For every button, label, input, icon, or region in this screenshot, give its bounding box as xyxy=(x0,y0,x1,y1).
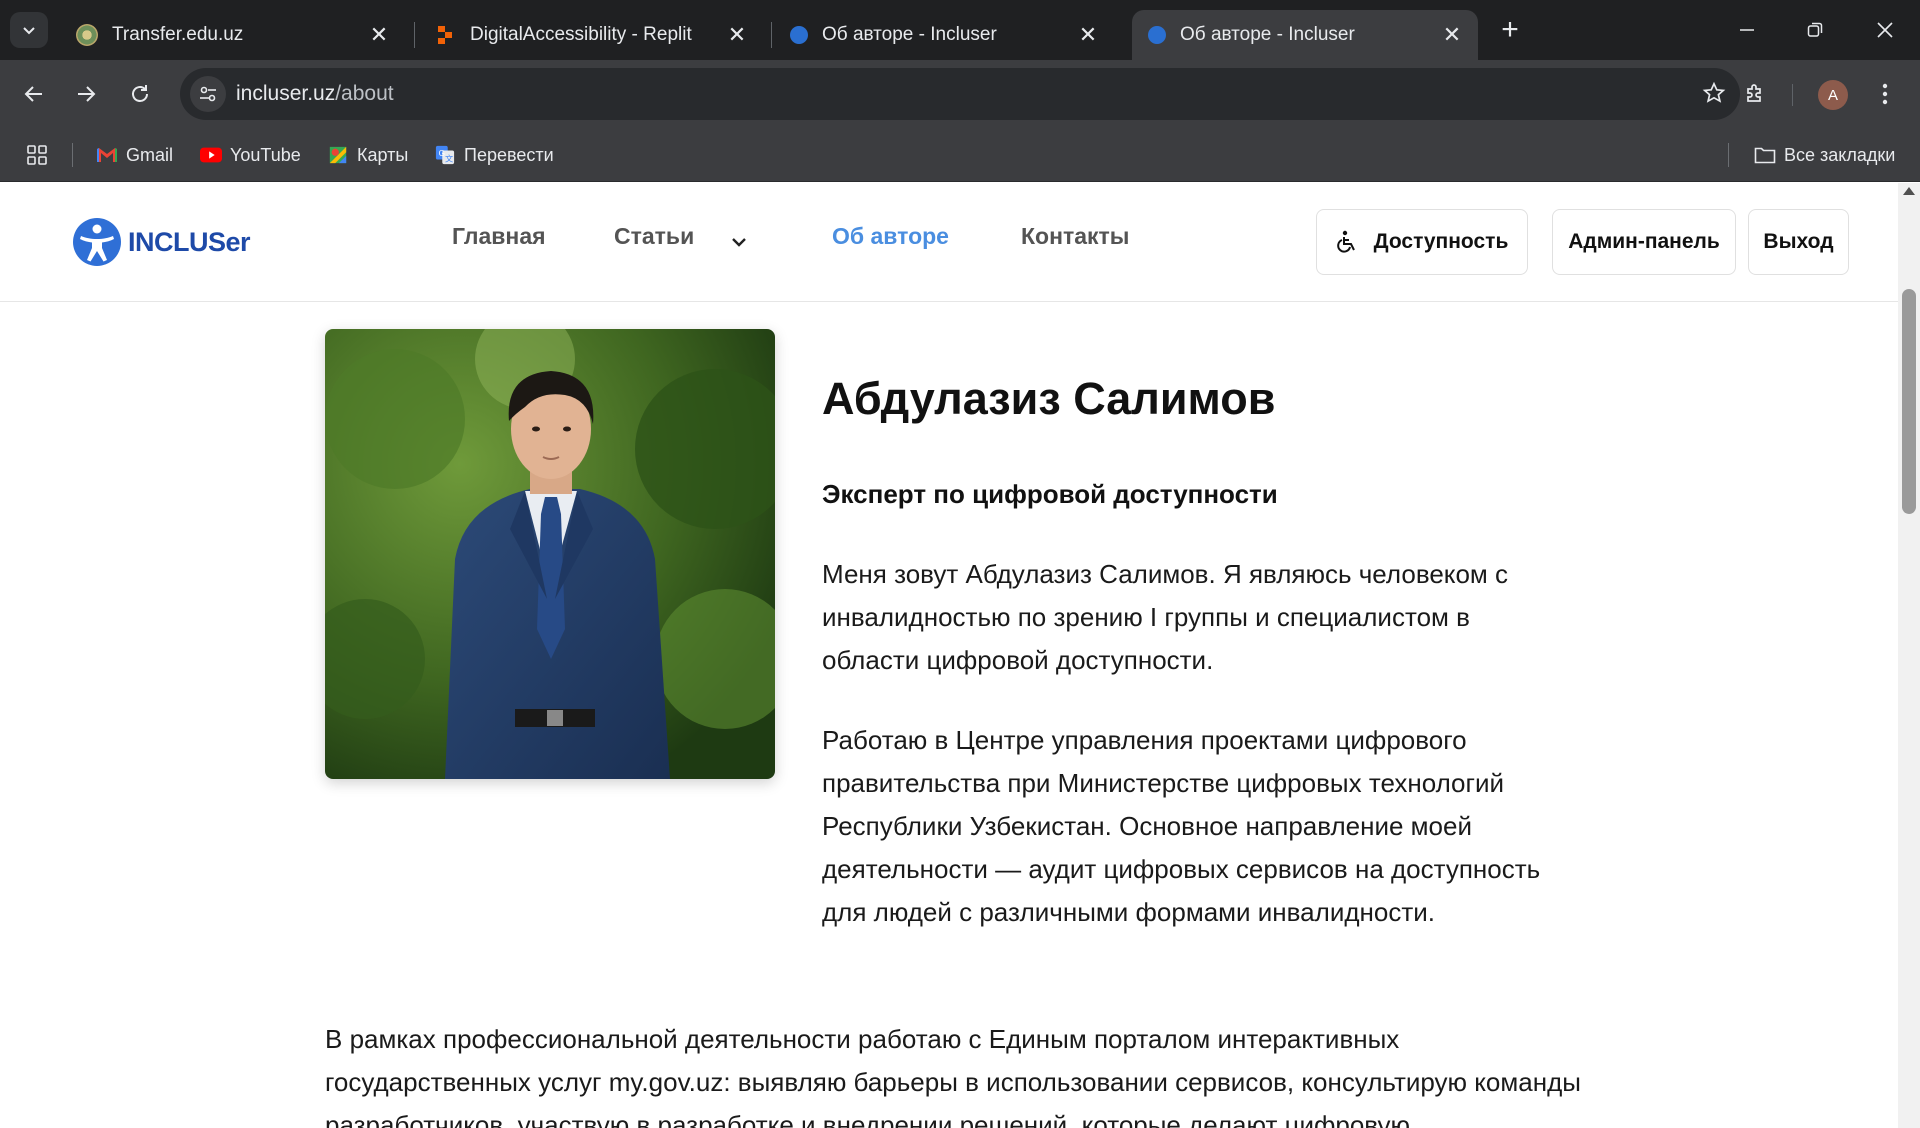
browser-toolbar: incluser.uz/about A xyxy=(0,60,1920,128)
bookmark-youtube[interactable]: YouTube xyxy=(200,140,301,170)
browser-tab-incluser-active[interactable]: Об авторе - Incluser ✕ xyxy=(1132,10,1478,60)
nav-item-contacts[interactable]: Контакты xyxy=(1021,223,1129,250)
accessibility-button[interactable]: Доступность xyxy=(1316,209,1528,275)
star-icon xyxy=(1702,81,1726,103)
youtube-icon xyxy=(200,147,222,163)
scroll-up-arrow-icon[interactable] xyxy=(1903,187,1915,195)
svg-text:G: G xyxy=(439,149,445,158)
new-tab-button[interactable]: + xyxy=(1492,12,1528,48)
nav-item-home[interactable]: Главная xyxy=(452,223,546,250)
admin-panel-button[interactable]: Админ-панель xyxy=(1552,209,1736,275)
url-text: incluser.uz/about xyxy=(236,82,394,106)
bookmark-maps[interactable]: Карты xyxy=(327,140,408,170)
wheelchair-icon xyxy=(1336,230,1355,253)
close-icon[interactable]: ✕ xyxy=(367,22,391,47)
site-logo-text: INCLUSer xyxy=(128,226,251,257)
chevron-down-icon[interactable] xyxy=(730,235,748,253)
forward-button[interactable] xyxy=(66,74,106,114)
puzzle-icon xyxy=(1747,84,1761,102)
maps-icon xyxy=(329,146,347,164)
close-window-button[interactable] xyxy=(1860,8,1910,52)
bookmarks-bar: Gmail YouTube Карты G文 Перевести Все зак… xyxy=(0,128,1920,182)
bookmark-label: Gmail xyxy=(126,144,174,165)
site-header: INCLUSer Главная Статьи Об авторе Контак… xyxy=(0,183,1898,302)
address-bar[interactable]: incluser.uz/about xyxy=(180,68,1740,120)
translate-icon: G文 xyxy=(435,145,455,165)
accessibility-person-icon xyxy=(73,218,121,266)
gmail-icon xyxy=(97,148,117,162)
close-icon[interactable]: ✕ xyxy=(1076,22,1100,47)
uzbek-emblem-icon xyxy=(76,24,98,46)
browser-tab-transfer[interactable]: Transfer.edu.uz ✕ xyxy=(60,10,405,60)
restore-icon xyxy=(1807,22,1823,37)
browser-menu-button[interactable] xyxy=(1870,74,1900,114)
about-paragraph-2: Работаю в Центре управления проектами ци… xyxy=(822,725,1541,927)
tab-title: DigitalAccessibility - Replit xyxy=(470,24,692,45)
extensions-button[interactable] xyxy=(1735,74,1775,114)
close-icon[interactable]: ✕ xyxy=(1440,22,1464,47)
incluser-favicon xyxy=(790,26,808,44)
bookmark-label: Карты xyxy=(357,144,409,165)
bookmark-label: YouTube xyxy=(230,144,301,165)
back-button[interactable] xyxy=(14,74,54,114)
author-photo xyxy=(325,329,775,779)
nav-item-about[interactable]: Об авторе xyxy=(832,223,949,250)
tab-title: Об авторе - Incluser xyxy=(1180,24,1355,45)
close-icon xyxy=(1877,22,1893,38)
tab-divider xyxy=(771,22,772,48)
tab-title: Об авторе - Incluser xyxy=(822,24,997,45)
about-paragraph-1: Меня зовут Абдулазиз Салимов. Я являюсь … xyxy=(822,559,1509,675)
arrow-left-icon xyxy=(24,86,42,102)
toolbar-divider xyxy=(1792,84,1793,106)
bookmarks-divider xyxy=(1728,143,1729,167)
accessibility-button-label: Доступность xyxy=(1373,230,1509,253)
apps-button[interactable] xyxy=(26,140,48,170)
tab-divider xyxy=(414,22,415,48)
bookmarks-divider xyxy=(72,143,73,167)
kebab-menu-icon xyxy=(1882,83,1888,105)
author-role: Эксперт по цифровой доступности xyxy=(822,479,1278,509)
browser-tab-replit[interactable]: DigitalAccessibility - Replit ✕ xyxy=(418,10,763,60)
arrow-right-icon xyxy=(78,86,96,102)
all-bookmarks-label: Все закладки xyxy=(1784,144,1896,165)
tab-search-button[interactable] xyxy=(10,12,48,48)
bookmark-translate[interactable]: G文 Перевести xyxy=(434,140,554,170)
bookmark-label: Перевести xyxy=(464,144,554,165)
author-name: Абдулазиз Салимов xyxy=(822,373,1276,424)
restore-button[interactable] xyxy=(1790,8,1840,52)
minimize-icon xyxy=(1740,29,1754,31)
site-info-button[interactable] xyxy=(190,76,226,112)
about-paragraph-3: В рамках профессиональной деятельности р… xyxy=(325,1024,1581,1128)
folder-icon xyxy=(1754,147,1776,164)
browser-tab-incluser[interactable]: Об авторе - Incluser ✕ xyxy=(774,10,1114,60)
page-viewport: INCLUSer Главная Статьи Об авторе Контак… xyxy=(0,183,1898,1128)
svg-text:文: 文 xyxy=(445,153,453,163)
nav-item-articles[interactable]: Статьи xyxy=(614,223,694,250)
url-path: /about xyxy=(335,82,394,105)
replit-icon xyxy=(438,26,452,44)
browser-tab-strip: Transfer.edu.uz ✕ DigitalAccessibility -… xyxy=(0,0,1920,60)
minimize-button[interactable] xyxy=(1722,8,1772,52)
site-logo[interactable]: INCLUSer xyxy=(72,217,251,267)
bookmark-gmail[interactable]: Gmail xyxy=(96,140,173,170)
apps-grid-icon xyxy=(27,145,47,165)
scrollbar-thumb[interactable] xyxy=(1902,289,1916,514)
reload-icon xyxy=(132,85,148,102)
reload-button[interactable] xyxy=(120,74,160,114)
url-host: incluser.uz xyxy=(236,82,336,105)
bookmark-star-button[interactable] xyxy=(1702,81,1726,110)
incluser-favicon xyxy=(1148,26,1166,44)
logout-button[interactable]: Выход xyxy=(1748,209,1849,275)
tab-title: Transfer.edu.uz xyxy=(112,24,244,45)
close-icon[interactable]: ✕ xyxy=(725,22,749,47)
page-scrollbar[interactable] xyxy=(1898,183,1920,1128)
profile-avatar[interactable]: A xyxy=(1818,80,1848,110)
all-bookmarks-button[interactable]: Все закладки xyxy=(1754,140,1895,170)
tune-icon xyxy=(200,86,216,102)
chevron-down-icon xyxy=(23,27,35,35)
